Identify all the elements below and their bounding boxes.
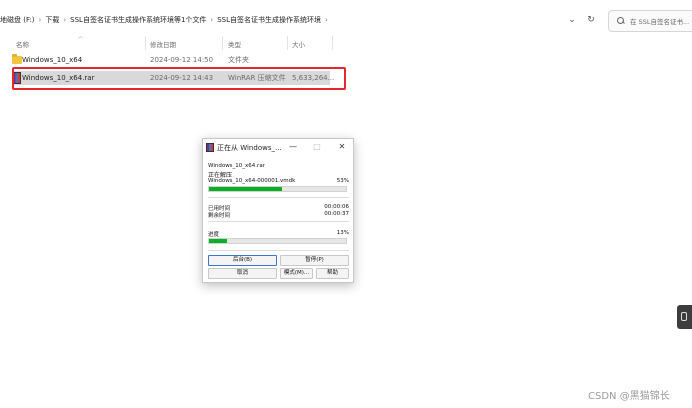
file-progress-fill (209, 187, 282, 191)
total-percent: 13% (336, 230, 349, 236)
column-header-type[interactable]: 类型 (228, 39, 241, 49)
extraction-dialog: 正在从 Windows_... — □ ✕ Windows_10_x64.rar… (202, 138, 354, 283)
watermark: CSDN @黑猫锦长 (588, 391, 670, 402)
maximize-icon: □ (313, 142, 321, 151)
breadcrumb-ssl-parent[interactable]: SSL自签名证书生成操作系统环境等1个文件 (70, 15, 206, 25)
file-date: 2024-09-12 14:50 (150, 56, 214, 64)
file-progress-bar (208, 186, 347, 192)
file-name: Windows_10_x64 (22, 56, 83, 64)
pause-button[interactable]: 暂停(P) (280, 255, 349, 266)
close-icon[interactable]: ✕ (335, 141, 349, 153)
address-bar: 地磁盘 (F:) › 下载 › SSL自签名证书生成操作系统环境等1个文件 › … (0, 6, 692, 34)
column-divider[interactable] (222, 36, 223, 50)
winrar-icon (206, 143, 214, 152)
refresh-icon[interactable]: ↻ (585, 14, 597, 26)
help-button[interactable]: 帮助 (316, 268, 349, 279)
total-progress-bar (208, 238, 347, 244)
progress-label: 进度 (208, 232, 220, 238)
elapsed-value: 00:00:06 (324, 204, 349, 210)
breadcrumb-separator: › (38, 16, 42, 24)
search-input[interactable]: 在 SSL自签名证书... (608, 10, 692, 32)
breadcrumb-ssl-current[interactable]: SSL自签名证书生成操作系统环境 (217, 15, 321, 25)
archive-name: Windows_10_x64.rar (208, 163, 265, 169)
column-header-size[interactable]: 大小 (292, 39, 305, 49)
chevron-down-icon[interactable]: ⌄ (566, 14, 578, 26)
breadcrumb: 地磁盘 (F:) › 下载 › SSL自签名证书生成操作系统环境等1个文件 › … (0, 6, 332, 34)
side-panel-tab[interactable] (677, 305, 692, 329)
highlight-box (12, 67, 346, 90)
dialog-title: 正在从 Windows_... (217, 144, 282, 152)
mode-button[interactable]: 模式(M)... (280, 268, 313, 279)
search-icon (617, 17, 625, 25)
column-divider[interactable] (145, 36, 146, 50)
file-row[interactable]: Windows_10_x64 2024-09-12 14:50 文件夹 (12, 53, 330, 67)
breadcrumb-separator: › (63, 16, 67, 24)
sort-up-icon: ︿ (78, 34, 84, 40)
column-header-date[interactable]: 修改日期 (150, 39, 176, 49)
file-type: 文件夹 (228, 56, 249, 64)
background-button[interactable]: 后台(B) (208, 255, 277, 266)
breadcrumb-drive[interactable]: 地磁盘 (F:) (0, 15, 35, 25)
search-placeholder: 在 SSL自签名证书... (630, 18, 690, 26)
breadcrumb-separator: › (325, 16, 328, 24)
folder-icon (12, 54, 22, 64)
breadcrumb-separator: › (210, 16, 214, 24)
column-divider[interactable] (287, 36, 288, 50)
divider (208, 250, 349, 251)
current-file: Windows_10_x64-000001.vmdk (208, 178, 296, 184)
minimize-icon[interactable]: — (286, 141, 300, 153)
divider (208, 221, 349, 222)
total-progress-fill (209, 239, 227, 243)
column-divider[interactable] (332, 36, 333, 50)
dialog-title-bar[interactable]: 正在从 Windows_... — □ ✕ (203, 139, 353, 156)
cancel-button[interactable]: 取消 (208, 268, 277, 279)
file-percent: 53% (336, 178, 349, 184)
remaining-value: 00:00:37 (324, 211, 349, 217)
breadcrumb-downloads[interactable]: 下载 (45, 15, 59, 25)
remaining-label: 剩余时间 (208, 213, 231, 219)
divider (208, 197, 349, 198)
column-header-name[interactable]: 名称 (16, 39, 29, 49)
clipboard-icon (681, 312, 687, 321)
